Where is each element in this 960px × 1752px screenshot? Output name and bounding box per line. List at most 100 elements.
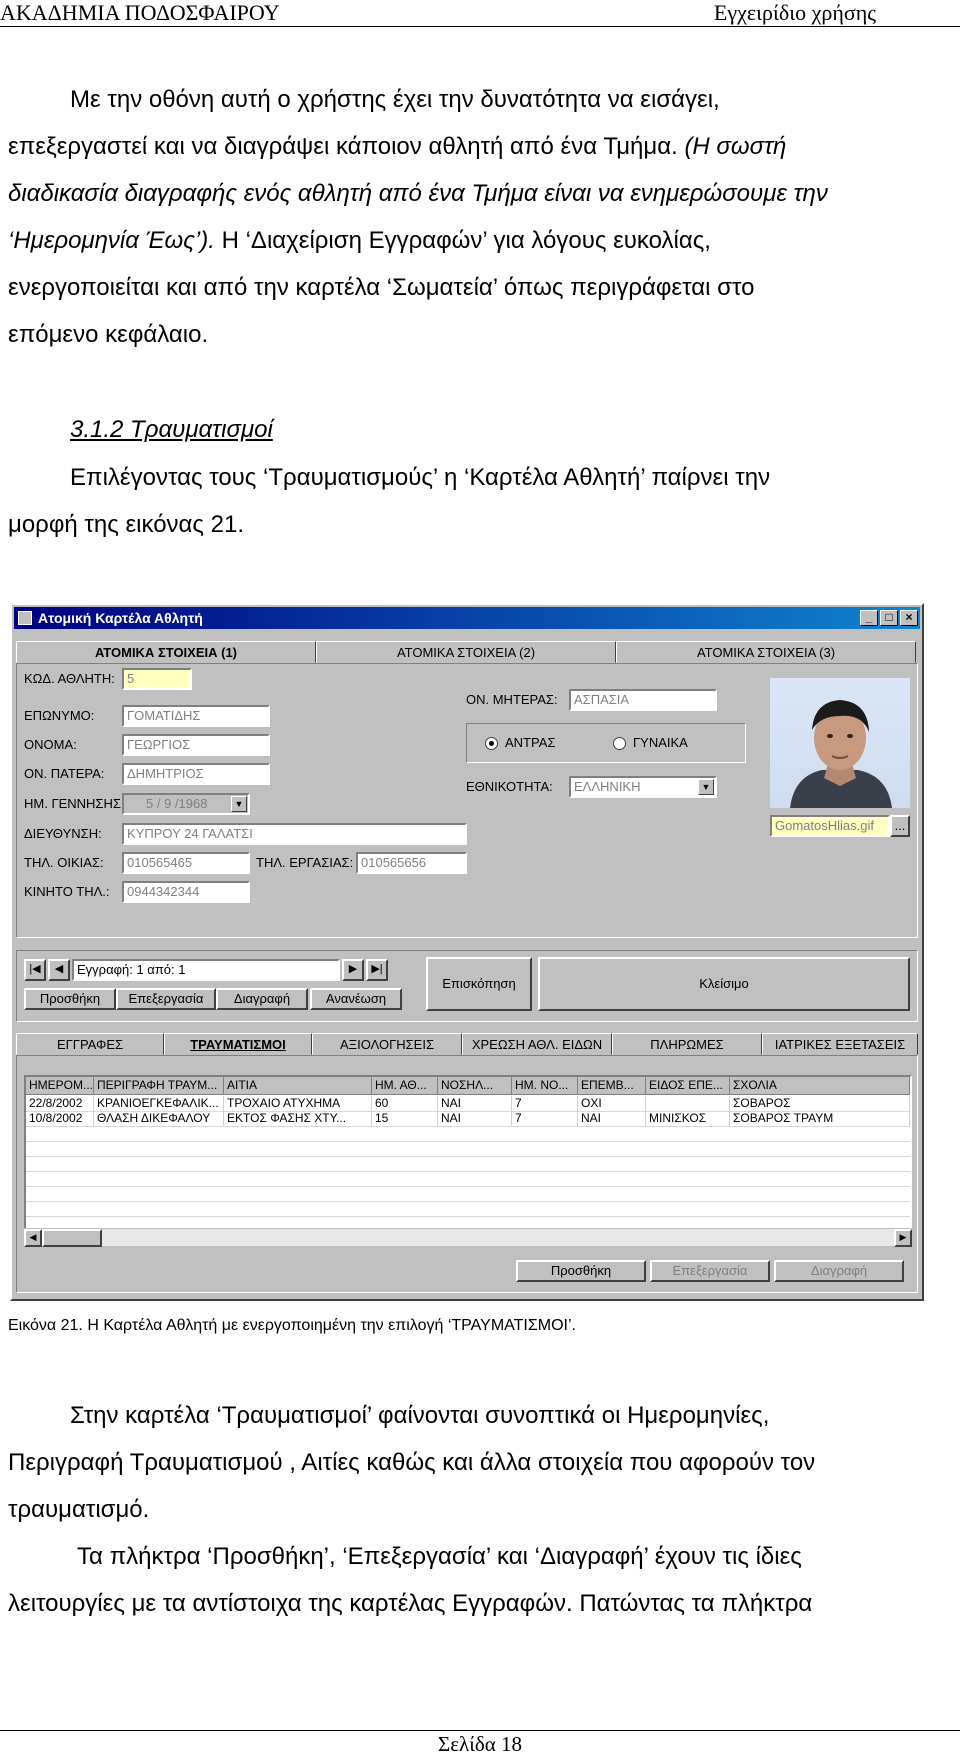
tab-evaluations[interactable]: ΑΞΙΟΛΟΓΗΣΕΙΣ: [312, 1033, 462, 1055]
female-label: ΓΥΝΑΙΚΑ: [633, 735, 688, 750]
nav-first-button[interactable]: |◀: [24, 959, 46, 981]
chevron-down-icon[interactable]: ▼: [231, 796, 247, 812]
photo-file-field[interactable]: GomatosHlias.gif: [770, 815, 890, 837]
code-field[interactable]: 5: [122, 668, 192, 690]
mother-field[interactable]: ΑΣΠΑΣΙΑ: [569, 689, 717, 711]
grid-edit-button[interactable]: Επεξεργασία: [650, 1260, 770, 1282]
add-button[interactable]: Προσθήκη: [24, 988, 116, 1010]
column-header[interactable]: ΝΟΣΗΛ...: [438, 1077, 512, 1095]
refresh-button[interactable]: Ανανέωση: [310, 988, 402, 1010]
surname-label: ΕΠΩΝΥΜΟ:: [24, 708, 95, 723]
text-line-italic: ‘Ημερομηνία Έως’).: [8, 227, 215, 254]
column-header[interactable]: ΠΕΡΙΓΡΑΦΗ ΤΡΑΥΜ...: [94, 1077, 224, 1095]
tab-personal-1[interactable]: ΑΤΟΜΙΚΑ ΣΤΟΙΧΕΙΑ (1): [16, 641, 316, 663]
athlete-photo: [770, 678, 910, 808]
mother-label: ΟΝ. ΜΗΤΕΡΑΣ:: [466, 692, 558, 707]
home-phone-field[interactable]: 010565465: [122, 852, 250, 874]
table-cell: ΜΙΝΙΣΚΟΣ: [646, 1111, 730, 1126]
address-label: ΔΙΕΥΘΥΝΣΗ:: [24, 826, 102, 841]
female-radio[interactable]: [613, 737, 626, 750]
column-header[interactable]: ΣΧΟΛΙΑ: [730, 1077, 910, 1095]
window-titlebar: Ατομική Καρτέλα Αθλητή _ □ ×: [14, 607, 920, 629]
overview-button[interactable]: Επισκόπηση: [426, 957, 532, 1011]
table-cell: ΕΚΤΟΣ ΦΑΣΗΣ ΧΤΥ...: [224, 1111, 372, 1126]
text-line: Με την οθόνη αυτή ο χρήστης έχει την δυν…: [70, 86, 720, 113]
male-radio[interactable]: [485, 737, 498, 750]
male-label: ΑΝΤΡΑΣ: [505, 735, 556, 750]
edit-button[interactable]: Επεξεργασία: [116, 988, 216, 1010]
nav-next-button[interactable]: ▶: [342, 959, 364, 981]
grid-delete-button[interactable]: Διαγραφή: [774, 1260, 904, 1282]
code-label: ΚΩΔ. ΑΘΛΗΤΗ:: [24, 671, 115, 686]
chevron-down-icon[interactable]: ▼: [698, 779, 714, 795]
gender-group: ΑΝΤΡΑΣ ΓΥΝΑΙΚΑ: [466, 723, 746, 763]
close-button[interactable]: Κλείσιμο: [538, 957, 910, 1011]
tab-personal-3[interactable]: ΑΤΟΜΙΚΑ ΣΤΟΙΧΕΙΑ (3): [616, 641, 916, 663]
address-field[interactable]: ΚΥΠΡΟΥ 24 ΓΑΛΑΤΣΙ: [122, 823, 467, 845]
text-line: τραυματισμό.: [8, 1496, 150, 1523]
scroll-right-icon[interactable]: ▶: [894, 1229, 912, 1247]
surname-field[interactable]: ΓΟΜΑΤΙΔΗΣ: [122, 705, 270, 727]
nav-last-button[interactable]: ▶|: [366, 959, 388, 981]
column-header[interactable]: ΕΠΕΜΒ...: [578, 1077, 646, 1095]
nav-prev-button[interactable]: ◀: [48, 959, 70, 981]
text-line: Περιγραφή Τραυματισμού , Αιτίες καθώς κα…: [8, 1449, 816, 1476]
table-cell: 7: [512, 1111, 578, 1126]
paragraph-2: Επιλέγοντας τους ‘Τραυματισμούς’ η ‘Καρτ…: [8, 454, 956, 548]
table-cell: ΣΟΒΑΡΟΣ: [730, 1096, 910, 1111]
nationality-select[interactable]: ΕΛΛΗΝΙΚΗ ▼: [569, 776, 717, 798]
table-cell: 10/8/2002: [26, 1111, 94, 1126]
column-header[interactable]: ΗΜΕΡΟΜ....: [26, 1077, 94, 1095]
column-header[interactable]: ΕΙΔΟΣ ΕΠΕ...: [646, 1077, 730, 1095]
table-cell: 15: [372, 1111, 438, 1126]
header-title: ΑΚΑΔΗΜΙΑ ΠΟΔΟΣΦΑΙΡΟΥ: [0, 0, 280, 25]
tab-registrations[interactable]: ΕΓΓΡΑΦΕΣ: [16, 1033, 164, 1055]
mobile-field[interactable]: 0944342344: [122, 881, 250, 903]
minimize-icon[interactable]: _: [860, 610, 878, 626]
horizontal-scrollbar[interactable]: ◀ ▶: [24, 1228, 912, 1247]
birthdate-value: 5 / 9 /1968: [146, 796, 208, 811]
column-header[interactable]: ΗΜ. ΑΘ...: [372, 1077, 438, 1095]
text-line: λειτουργίες με τα αντίστοιχα της καρτέλα…: [8, 1590, 813, 1617]
table-cell: ΚΡΑΝΙΟΕΓΚΕΦΑΛΙΚ...: [94, 1096, 224, 1111]
record-counter: Εγγραφή: 1 από: 1: [72, 959, 340, 981]
app-icon: [18, 611, 32, 625]
text-line: μορφή της εικόνας 21.: [8, 511, 245, 538]
tab-medical-exams[interactable]: ΙΑΤΡΙΚΕΣ ΕΞΕΤΑΣΕΙΣ: [762, 1033, 918, 1055]
table-cell: ΝΑΙ: [578, 1111, 646, 1126]
tab-equipment-charges[interactable]: ΧΡΕΩΣΗ ΑΘΛ. ΕΙΔΩΝ: [462, 1033, 612, 1055]
father-label: ΟΝ. ΠΑΤΕΡΑ:: [24, 766, 105, 781]
athlete-photo-image: [790, 700, 892, 808]
scroll-thumb[interactable]: [42, 1229, 102, 1247]
maximize-icon[interactable]: □: [880, 610, 898, 626]
footer-divider: [0, 1730, 960, 1731]
work-phone-label: ΤΗΛ. ΕΡΓΑΣΙΑΣ:: [256, 855, 354, 870]
name-field[interactable]: ΓΕΩΡΓΙΟΣ: [122, 734, 270, 756]
browse-button[interactable]: ...: [890, 815, 910, 837]
scroll-left-icon[interactable]: ◀: [24, 1229, 42, 1247]
tab-injuries[interactable]: ΤΡΑΥΜΑΤΙΣΜΟΙ: [164, 1033, 312, 1055]
text-line: Η ‘Διαχείριση Εγγραφών’ για λόγους ευκολ…: [214, 227, 711, 254]
father-field[interactable]: ΔΗΜΗΤΡΙΟΣ: [122, 763, 270, 785]
paragraph-3: Στην καρτέλα ‘Τραυματισμοί’ φαίνονται συ…: [8, 1392, 956, 1627]
page-number: Σελίδα 18: [437, 1732, 523, 1752]
table-cell: [646, 1096, 730, 1111]
table-cell: ΝΑΙ: [438, 1111, 512, 1126]
text-line: Στην καρτέλα ‘Τραυματισμοί’ φαίνονται συ…: [70, 1402, 770, 1429]
injuries-grid[interactable]: ΗΜΕΡΟΜ.... ΠΕΡΙΓΡΑΦΗ ΤΡΑΥΜ... ΑΙΤΙΑ ΗΜ. …: [24, 1075, 912, 1245]
table-cell: ΤΡΟΧΑΙΟ ΑΤΥΧΗΜΑ: [224, 1096, 372, 1111]
tab-personal-2[interactable]: ΑΤΟΜΙΚΑ ΣΤΟΙΧΕΙΑ (2): [316, 641, 616, 663]
section-heading: 3.1.2 Τραυματισμοί: [70, 416, 273, 443]
window-title: Ατομική Καρτέλα Αθλητή: [38, 610, 203, 626]
birthdate-field[interactable]: 5 / 9 /1968 ▼: [122, 793, 250, 815]
paragraph-1: Με την οθόνη αυτή ο χρήστης έχει την δυν…: [8, 76, 956, 358]
close-icon[interactable]: ×: [900, 610, 918, 626]
header-doc-title: Εγχειρίδιο χρήσης: [713, 0, 876, 25]
column-header[interactable]: ΑΙΤΙΑ: [224, 1077, 372, 1095]
work-phone-field[interactable]: 010565656: [356, 852, 467, 874]
column-header[interactable]: ΗΜ. ΝΟ...: [512, 1077, 578, 1095]
grid-add-button[interactable]: Προσθήκη: [516, 1260, 646, 1282]
tab-payments[interactable]: ΠΛΗΡΩΜΕΣ: [612, 1033, 762, 1055]
delete-button[interactable]: Διαγραφή: [216, 988, 308, 1010]
figure-caption: Εικόνα 21. Η Καρτέλα Αθλητή με ενεργοποι…: [8, 1317, 576, 1334]
